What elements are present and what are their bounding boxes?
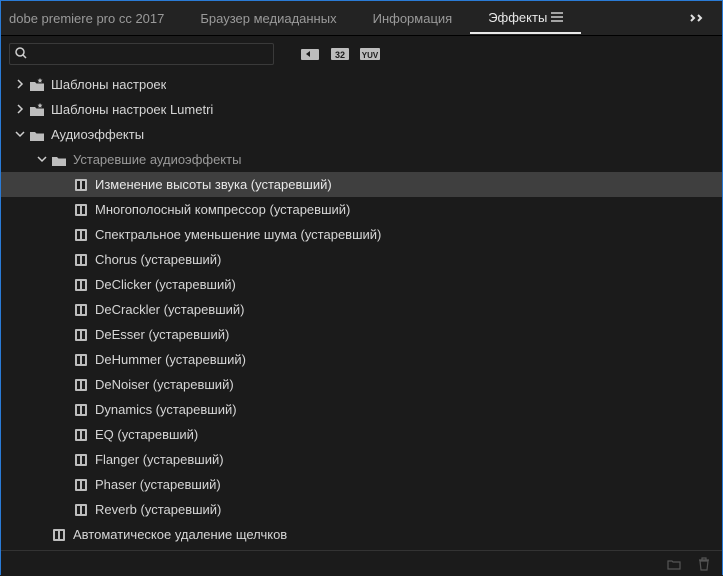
item-label: Flanger (устаревший) bbox=[95, 452, 224, 467]
item-label: DeClicker (устаревший) bbox=[95, 277, 236, 292]
effect-item[interactable]: DeClicker (устаревший) bbox=[1, 272, 722, 297]
effect-item[interactable]: Chorus (устаревший) bbox=[1, 247, 722, 272]
tab-label: dobe premiere pro cc 2017 bbox=[9, 11, 164, 26]
effect-icon bbox=[73, 377, 89, 393]
preset-bin-icon bbox=[29, 77, 45, 93]
twisty-icon[interactable] bbox=[15, 127, 25, 142]
effect-icon bbox=[73, 252, 89, 268]
item-label: Шаблоны настроек Lumetri bbox=[51, 102, 213, 117]
effect-item[interactable]: DeNoiser (устаревший) bbox=[1, 372, 722, 397]
effect-icon bbox=[73, 427, 89, 443]
32-bit-toggle[interactable]: 32 bbox=[328, 44, 352, 64]
bin-icon bbox=[51, 152, 67, 168]
effects-tree[interactable]: Шаблоны настроек Шаблоны настроек Lumetri… bbox=[1, 72, 722, 576]
effect-icon bbox=[73, 177, 89, 193]
item-label: DeHummer (устаревший) bbox=[95, 352, 246, 367]
bin-item[interactable]: Аудиоэффекты bbox=[1, 122, 722, 147]
item-label: Шаблоны настроек bbox=[51, 77, 166, 92]
effect-item[interactable]: Dynamics (устаревший) bbox=[1, 397, 722, 422]
item-label: EQ (устаревший) bbox=[95, 427, 198, 442]
tab-label: Эффекты bbox=[488, 10, 547, 25]
effect-icon bbox=[73, 327, 89, 343]
effect-item[interactable]: Спектральное уменьшение шума (устаревший… bbox=[1, 222, 722, 247]
effect-icon bbox=[73, 227, 89, 243]
tab-label: Браузер медиаданных bbox=[200, 11, 336, 26]
tabs-overflow-button[interactable] bbox=[680, 11, 714, 26]
search-field-wrap bbox=[9, 43, 274, 65]
effect-icon bbox=[73, 502, 89, 518]
effect-icon bbox=[73, 452, 89, 468]
effect-icon bbox=[73, 352, 89, 368]
effect-icon bbox=[73, 202, 89, 218]
new-bin-icon[interactable] bbox=[666, 556, 682, 572]
preset-bin-icon bbox=[29, 102, 45, 118]
effect-item[interactable]: DeCrackler (устаревший) bbox=[1, 297, 722, 322]
item-label: Аудиоэффекты bbox=[51, 127, 144, 142]
panel-menu-icon[interactable] bbox=[551, 10, 563, 25]
tab-effects[interactable]: Эффекты bbox=[470, 2, 581, 34]
effect-icon bbox=[51, 527, 67, 543]
effect-icon bbox=[73, 302, 89, 318]
twisty-icon[interactable] bbox=[37, 152, 47, 167]
effect-icon bbox=[73, 477, 89, 493]
effect-item[interactable]: Автоматическое удаление щелчков bbox=[1, 522, 722, 547]
effect-item[interactable]: EQ (устаревший) bbox=[1, 422, 722, 447]
tab-label: Информация bbox=[373, 11, 453, 26]
effect-item[interactable]: DeEsser (устаревший) bbox=[1, 322, 722, 347]
item-label: Спектральное уменьшение шума (устаревший… bbox=[95, 227, 381, 242]
effect-item[interactable]: Многополосный компрессор (устаревший) bbox=[1, 197, 722, 222]
bin-item[interactable]: Шаблоны настроек Lumetri bbox=[1, 97, 722, 122]
item-label: DeNoiser (устаревший) bbox=[95, 377, 234, 392]
panel-footer bbox=[1, 550, 722, 576]
panel-tabbar: dobe premiere pro cc 2017 Браузер медиад… bbox=[1, 1, 722, 35]
bin-item[interactable]: Шаблоны настроек bbox=[1, 72, 722, 97]
tab-project[interactable]: dobe premiere pro cc 2017 bbox=[9, 1, 182, 35]
yuv-toggle[interactable]: YUV bbox=[358, 44, 382, 64]
item-label: Reverb (устаревший) bbox=[95, 502, 221, 517]
svg-text:32: 32 bbox=[335, 50, 345, 60]
bin-item[interactable]: Устаревшие аудиоэффекты bbox=[1, 147, 722, 172]
item-label: Phaser (устаревший) bbox=[95, 477, 221, 492]
svg-text:YUV: YUV bbox=[362, 51, 379, 60]
accelerated-effects-toggle[interactable] bbox=[298, 44, 322, 64]
effects-toolbar: 32 YUV bbox=[1, 36, 722, 72]
item-label: Изменение высоты звука (устаревший) bbox=[95, 177, 332, 192]
effect-item[interactable]: DeHummer (устаревший) bbox=[1, 347, 722, 372]
effect-item[interactable]: Изменение высоты звука (устаревший) bbox=[1, 172, 722, 197]
tab-info[interactable]: Информация bbox=[355, 1, 471, 35]
effect-item[interactable]: Phaser (устаревший) bbox=[1, 472, 722, 497]
delete-icon[interactable] bbox=[696, 556, 712, 572]
item-label: Устаревшие аудиоэффекты bbox=[73, 152, 241, 167]
item-label: DeEsser (устаревший) bbox=[95, 327, 229, 342]
twisty-icon[interactable] bbox=[15, 77, 25, 92]
item-label: Многополосный компрессор (устаревший) bbox=[95, 202, 350, 217]
item-label: Автоматическое удаление щелчков bbox=[73, 527, 287, 542]
effects-panel: 32 YUV Шаблоны настроек Шаблоны настроек … bbox=[1, 35, 722, 576]
twisty-icon[interactable] bbox=[15, 102, 25, 117]
effect-icon bbox=[73, 402, 89, 418]
effect-icon bbox=[73, 277, 89, 293]
effect-item[interactable]: Reverb (устаревший) bbox=[1, 497, 722, 522]
bin-icon bbox=[29, 127, 45, 143]
tab-media-browser[interactable]: Браузер медиаданных bbox=[182, 1, 354, 35]
search-input[interactable] bbox=[9, 43, 274, 65]
item-label: Chorus (устаревший) bbox=[95, 252, 221, 267]
effect-item[interactable]: Flanger (устаревший) bbox=[1, 447, 722, 472]
item-label: Dynamics (устаревший) bbox=[95, 402, 237, 417]
item-label: DeCrackler (устаревший) bbox=[95, 302, 245, 317]
